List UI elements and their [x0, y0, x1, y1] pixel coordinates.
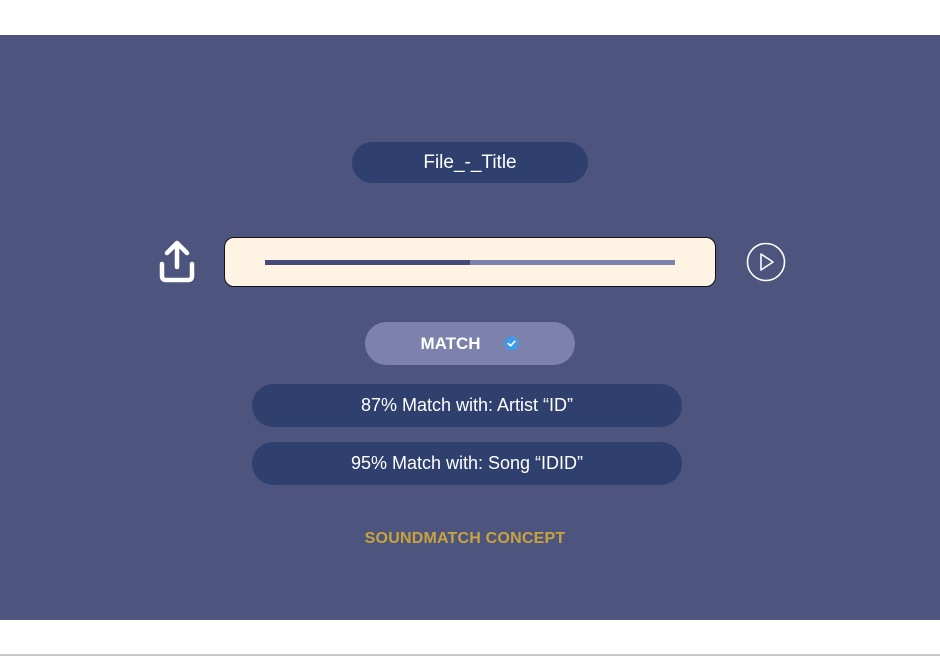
match-button[interactable]: MATCH	[365, 322, 575, 365]
page: File_-_Title MATCH 87% Match with: Artis…	[0, 0, 940, 656]
play-circle-icon	[746, 242, 786, 282]
file-title-label: File_-_Title	[423, 151, 517, 173]
verified-check-icon	[503, 335, 520, 352]
audio-player	[224, 237, 716, 287]
upload-button[interactable]	[158, 240, 196, 284]
brand-label: SOUNDMATCH CONCEPT	[364, 530, 566, 547]
match-result-artist: 87% Match with: Artist “ID”	[252, 384, 682, 427]
progress-fill	[265, 260, 470, 265]
match-result-text: 95% Match with: Song “IDID”	[350, 453, 584, 473]
file-title: File_-_Title	[352, 142, 588, 183]
match-result-song: 95% Match with: Song “IDID”	[252, 442, 682, 485]
match-result-text: 87% Match with: Artist “ID”	[360, 395, 574, 415]
upload-icon	[159, 240, 195, 283]
main-panel: File_-_Title MATCH 87% Match with: Artis…	[0, 35, 940, 620]
play-button[interactable]	[746, 242, 786, 282]
progress-track[interactable]	[265, 260, 675, 265]
match-label: MATCH	[420, 333, 481, 353]
